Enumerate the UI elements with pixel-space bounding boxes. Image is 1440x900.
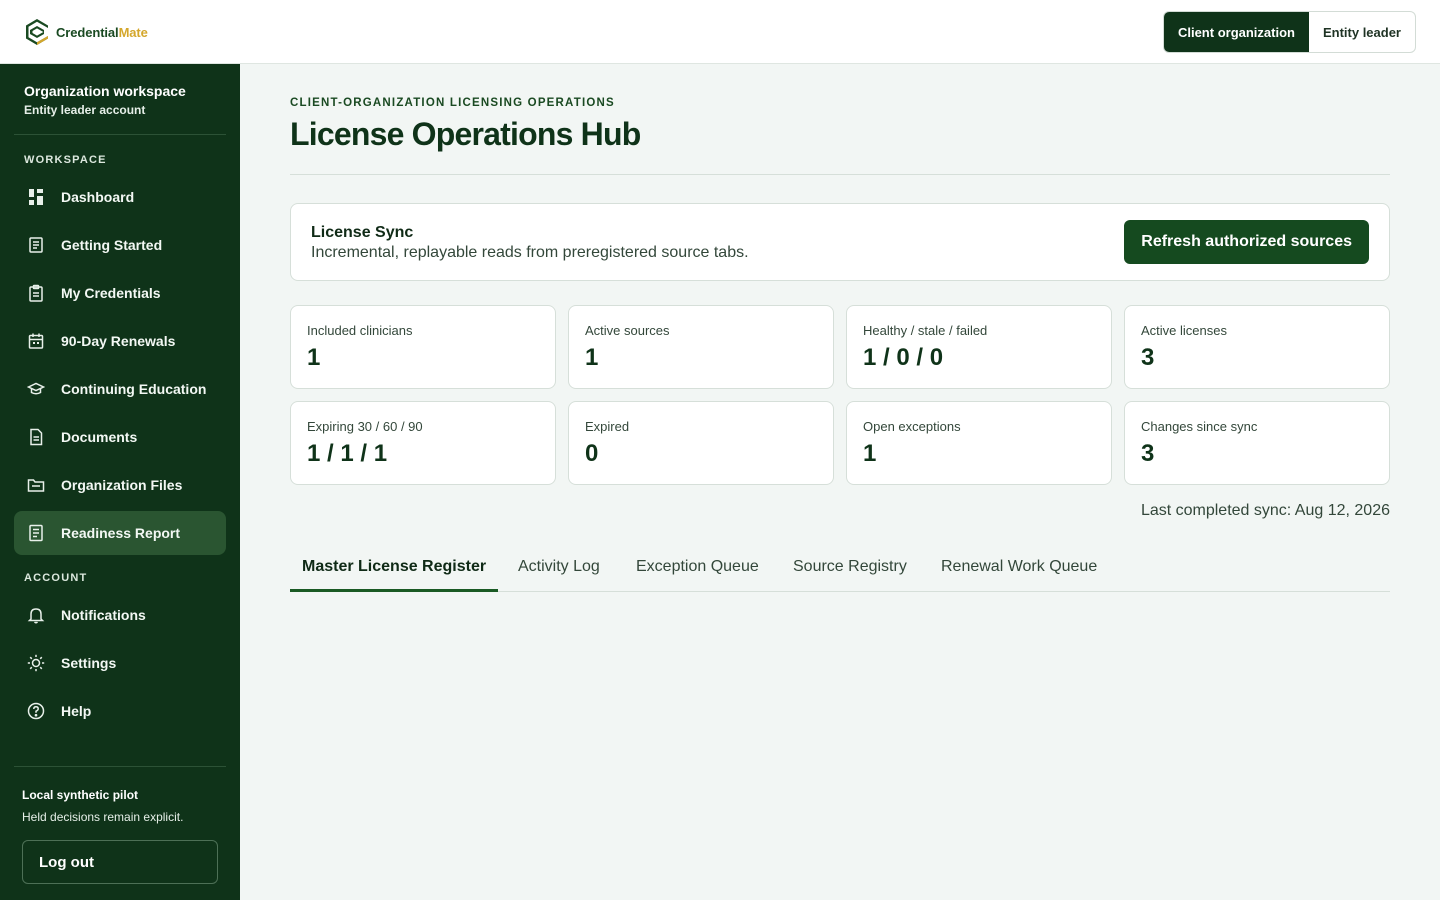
checklist-icon: [26, 235, 46, 255]
stat-label: Changes since sync: [1141, 419, 1258, 434]
sidebar-item-dashboard[interactable]: Dashboard: [14, 175, 226, 219]
stat-label: Active sources: [585, 323, 670, 338]
sidebar-item-getting-started[interactable]: Getting Started: [14, 223, 226, 267]
clipboard-icon: [26, 283, 46, 303]
sidebar-item-label: Dashboard: [61, 189, 135, 205]
stat-label: Healthy / stale / failed: [863, 323, 988, 338]
license-sync-title: License Sync: [311, 224, 414, 241]
workspace-header: Organization workspace Entity leader acc…: [24, 83, 186, 117]
sidebar-item-label: Documents: [61, 429, 138, 445]
stat-value: 1: [585, 344, 599, 371]
role-client-organization-button[interactable]: Client organization: [1163, 12, 1309, 52]
pilot-text: Held decisions remain explicit.: [22, 810, 184, 824]
stat-value: 1 / 1 / 1: [307, 440, 388, 467]
brand-name: CredentialMate: [56, 24, 148, 40]
sidebar: Organization workspace Entity leader acc…: [0, 64, 240, 900]
stat-card: Included clinicians 1: [290, 305, 556, 389]
sidebar-item-settings[interactable]: Settings: [14, 641, 226, 685]
report-icon: [26, 523, 46, 543]
stat-value: 3: [1141, 344, 1155, 371]
sidebar-divider: [14, 134, 226, 135]
stat-value: 3: [1141, 440, 1155, 467]
sidebar-item-documents[interactable]: Documents: [14, 415, 226, 459]
license-sync-card: License Sync Incremental, replayable rea…: [290, 203, 1390, 281]
license-sync-description: Incremental, replayable reads from prere…: [311, 244, 749, 261]
pilot-notice: Local synthetic pilot Held decisions rem…: [22, 788, 183, 824]
stat-value: 1: [863, 440, 877, 467]
sidebar-item-label: Readiness Report: [61, 525, 181, 541]
calendar-icon: [26, 331, 46, 351]
last-sync-timestamp: Last completed sync: Aug 12, 2026: [1140, 502, 1390, 519]
stat-card: Expiring 30 / 60 / 90 1 / 1 / 1: [290, 401, 556, 485]
stat-card: Open exceptions 1: [846, 401, 1112, 485]
workspace-section-label: WORKSPACE: [24, 154, 107, 166]
tab-master-license-register[interactable]: Master License Register: [290, 548, 499, 592]
page-title: License Operations Hub: [290, 116, 641, 152]
sidebar-divider: [14, 766, 226, 767]
role-entity-leader-button[interactable]: Entity leader: [1309, 12, 1415, 52]
sidebar-item-label: 90-Day Renewals: [61, 333, 176, 349]
page-eyebrow: CLIENT-ORGANIZATION LICENSING OPERATIONS: [290, 97, 615, 109]
stat-card: Changes since sync 3: [1124, 401, 1390, 485]
graduation-cap-icon: [26, 379, 46, 399]
sidebar-item-label: Help: [61, 703, 92, 719]
credentialmate-logo-icon: [26, 19, 48, 45]
stat-label: Expired: [585, 419, 630, 434]
stat-value: 0: [585, 440, 599, 467]
stat-label: Active licenses: [1141, 323, 1227, 338]
tab-renewal-work-queue[interactable]: Renewal Work Queue: [929, 548, 1109, 592]
help-icon: [26, 701, 46, 721]
sidebar-item-label: Settings: [61, 655, 117, 671]
stat-value: 1 / 0 / 0: [863, 344, 944, 371]
title-divider: [290, 174, 1390, 175]
sidebar-item-label: Notifications: [61, 607, 146, 623]
sidebar-item-continuing-education[interactable]: Continuing Education: [14, 367, 226, 411]
tab-exception-queue[interactable]: Exception Queue: [624, 548, 771, 592]
tab-source-registry[interactable]: Source Registry: [781, 548, 919, 592]
dashboard-icon: [26, 187, 46, 207]
sidebar-item-readiness-report[interactable]: Readiness Report: [14, 511, 226, 555]
sidebar-item-label: My Credentials: [61, 285, 161, 301]
sidebar-item-organization-files[interactable]: Organization Files: [14, 463, 226, 507]
stat-card: Active licenses 3: [1124, 305, 1390, 389]
gear-icon: [26, 653, 46, 673]
role-toggle[interactable]: Client organization Entity leader: [1162, 11, 1416, 53]
refresh-sources-button[interactable]: Refresh authorized sources: [1124, 220, 1369, 264]
stat-card: Healthy / stale / failed 1 / 0 / 0: [846, 305, 1112, 389]
bell-icon: [26, 605, 46, 625]
workspace-title: Organization workspace: [24, 83, 186, 99]
logout-button[interactable]: Log out: [22, 840, 218, 884]
sidebar-item-90-day-renewals[interactable]: 90-Day Renewals: [14, 319, 226, 363]
sidebar-item-my-credentials[interactable]: My Credentials: [14, 271, 226, 315]
sidebar-item-label: Organization Files: [61, 477, 183, 493]
stat-card: Active sources 1: [568, 305, 834, 389]
top-bar: CredentialMate Client organization Entit…: [0, 0, 1440, 64]
account-section-label: ACCOUNT: [24, 572, 88, 584]
brand-logo[interactable]: CredentialMate: [24, 17, 148, 47]
folder-icon: [26, 475, 46, 495]
stat-card: Expired 0: [568, 401, 834, 485]
pilot-title: Local synthetic pilot: [22, 788, 139, 802]
stat-label: Open exceptions: [863, 419, 961, 434]
stat-label: Included clinicians: [307, 323, 413, 338]
sidebar-item-help[interactable]: Help: [14, 689, 226, 733]
tab-activity-log[interactable]: Activity Log: [506, 548, 612, 592]
hub-tabs: Master License Register Activity Log Exc…: [290, 548, 1390, 592]
sidebar-item-notifications[interactable]: Notifications: [14, 593, 226, 637]
sidebar-item-label: Continuing Education: [61, 381, 207, 397]
stat-label: Expiring 30 / 60 / 90: [307, 419, 423, 434]
sidebar-item-label: Getting Started: [61, 237, 163, 253]
workspace-subtitle: Entity leader account: [24, 103, 146, 117]
document-icon: [26, 427, 46, 447]
stat-value: 1: [307, 344, 321, 371]
